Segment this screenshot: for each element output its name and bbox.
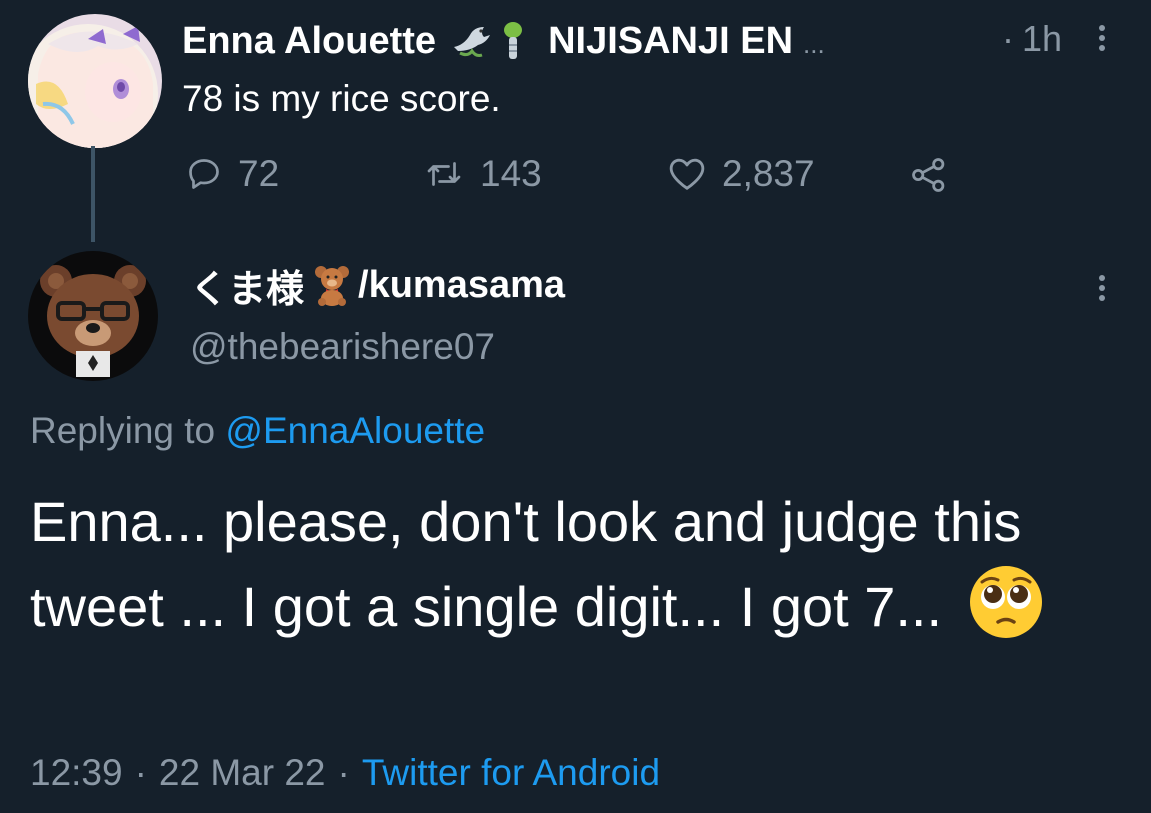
avatar-enna[interactable]: [28, 14, 162, 148]
share-icon[interactable]: [910, 158, 948, 192]
reply-more-icon[interactable]: [1097, 274, 1107, 302]
parent-header: Enna Alouette NIJISANJI EN ...: [182, 16, 825, 66]
reply-tweet-text: Enna... please, don't look and judge thi…: [30, 490, 1022, 638]
reply-button[interactable]: 72: [186, 152, 279, 196]
retweet-icon: [424, 156, 464, 192]
reply-meta-separator-1: ·: [134, 752, 147, 793]
parent-timestamp[interactable]: 1h: [1022, 18, 1062, 60]
pleading-face-emoji-icon: [968, 564, 1044, 640]
replying-to-label: Replying to: [30, 410, 216, 451]
reply-handle[interactable]: @thebearishere07: [190, 326, 495, 368]
retweet-button[interactable]: 143: [424, 152, 542, 196]
parent-affiliation: NIJISANJI EN: [548, 19, 794, 62]
teddy-bear-emoji-icon: [312, 264, 352, 306]
avatar-enna-image: [28, 14, 162, 148]
reply-source[interactable]: Twitter for Android: [362, 752, 660, 794]
reply-meta-separator-2: ·: [337, 752, 350, 793]
reply-display-name-row[interactable]: くま様 /kumasama: [190, 258, 565, 312]
reply-icon: [186, 156, 222, 192]
avatar-kumasama[interactable]: [28, 251, 158, 381]
replying-to-mention[interactable]: @EnnaAlouette: [225, 410, 485, 451]
parent-time-group: · 1h: [1002, 18, 1062, 60]
retweet-count: 143: [480, 153, 542, 194]
parent-time-separator: ·: [1002, 18, 1014, 59]
reply-date[interactable]: 22 Mar 22: [159, 752, 326, 794]
reply-display-name-en: /kumasama: [358, 263, 566, 306]
reply-display-name-jp: くま様: [190, 268, 305, 311]
parent-display-name[interactable]: Enna Alouette: [182, 20, 436, 63]
like-icon: [668, 156, 706, 192]
parent-name-ellipsis: ...: [803, 29, 825, 59]
dove-emoji-icon: [450, 21, 492, 61]
reply-tweet-text-block: Enna... please, don't look and judge thi…: [30, 480, 1130, 649]
reply-time[interactable]: 12:39: [30, 752, 123, 794]
thread-line: [91, 146, 95, 242]
leaf-emoji-icon: [500, 20, 526, 62]
like-button[interactable]: 2,837: [668, 152, 815, 196]
reply-count: 72: [238, 153, 280, 194]
reply-meta-row: 12:39 · 22 Mar 22 · Twitter for Android: [30, 752, 660, 794]
replying-to-row: Replying to @EnnaAlouette: [30, 410, 485, 452]
parent-tweet-text: 78 is my rice score.: [182, 78, 501, 119]
like-count: 2,837: [722, 153, 815, 194]
avatar-kumasama-image: [28, 251, 158, 381]
parent-more-icon[interactable]: [1097, 24, 1107, 52]
